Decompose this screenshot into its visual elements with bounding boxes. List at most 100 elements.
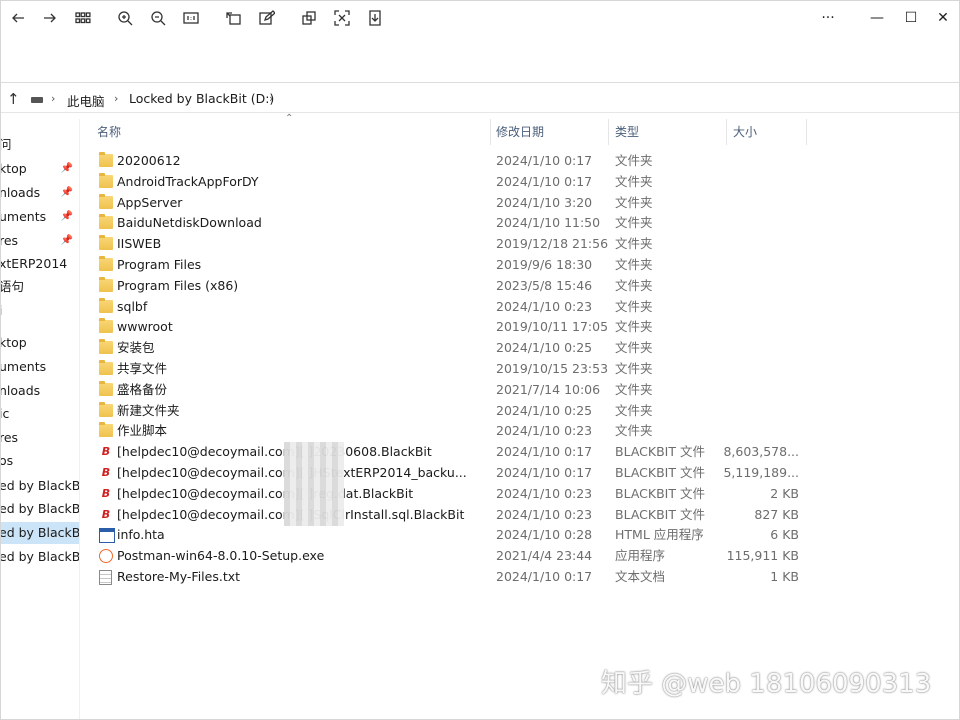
file-row[interactable]: B [helpdec10@decoymail.com][ ]reg.dat.Bla… [81, 483, 959, 505]
pin-icon: 📌 [60, 187, 73, 198]
grid-view-icon[interactable] [72, 7, 94, 29]
file-type: 文本文档 [615, 569, 666, 584]
file-size: 2 KB [770, 485, 799, 501]
file-date: 2024/1/10 0:23 [496, 298, 593, 314]
file-row[interactable]: info.hta 2024/1/10 0:28 HTML 应用程序 6 KB [81, 525, 959, 546]
blackbit-icon: B [101, 486, 111, 500]
file-row[interactable]: BaiduNetdiskDownload 2024/1/10 11:50 文件夹 [81, 213, 959, 234]
chevron-right-icon[interactable]: › [269, 92, 273, 105]
file-type: 文件夹 [615, 257, 653, 272]
navigation-pane: 问 ktop 📌 nloads 📌 uments 📌 res 📌 xtERP2014 语句 i ktop… [1, 119, 80, 719]
sidebar-item[interactable]: ed by BlackB [1, 498, 79, 520]
file-row[interactable]: AppServer 2024/1/10 3:20 文件夹 [81, 193, 959, 214]
zoom-in-icon[interactable] [114, 7, 136, 29]
sidebar-item-label: ed by BlackB [1, 478, 79, 493]
sidebar-item[interactable]: ed by BlackB [1, 475, 79, 497]
file-row[interactable]: 新建文件夹 2024/1/10 0:25 文件夹 [81, 401, 959, 422]
file-row[interactable]: AndroidTrackAppForDY 2024/1/10 0:17 文件夹 [81, 172, 959, 193]
sidebar-item[interactable]: ktop [1, 332, 79, 354]
file-row[interactable]: 共享文件 2019/10/15 23:53 文件夹 [81, 359, 959, 380]
column-divider[interactable] [490, 119, 491, 145]
file-type: 文件夹 [615, 277, 653, 293]
file-row[interactable]: 安装包 2024/1/10 0:25 文件夹 [81, 338, 959, 359]
column-header-name[interactable]: 名称 [97, 119, 121, 145]
file-row[interactable]: B [helpdec10@decoymail.com][ ]SqlClrInsta… [81, 504, 959, 526]
column-header-size[interactable]: 大小 [733, 119, 757, 145]
column-header-type[interactable]: 类型 [615, 119, 639, 145]
file-name: 新建文件夹 [117, 402, 180, 418]
maximize-button[interactable]: ☐ [898, 7, 924, 29]
sidebar-item[interactable]: os [1, 450, 79, 472]
file-type: 文件夹 [615, 153, 653, 168]
chevron-right-icon[interactable]: › [51, 92, 55, 105]
address-bar[interactable]: ↑ › 此电脑 › Locked by BlackBit (D:) › [1, 87, 959, 113]
file-date: 2024/1/10 0:23 [496, 506, 593, 522]
zoom-out-icon[interactable] [147, 7, 169, 29]
sidebar-item[interactable]: xtERP2014 [1, 253, 79, 275]
crop-icon[interactable] [298, 7, 320, 29]
sidebar-item[interactable]: ed by BlackB [1, 546, 79, 568]
sidebar-item[interactable]: res 📌 [1, 230, 79, 252]
redaction-blur [284, 483, 344, 505]
sidebar-item[interactable]: res [1, 427, 79, 449]
file-row[interactable]: B [helpdec10@decoymail.com][ ]20230608.Bl… [81, 442, 959, 464]
sidebar-item-label: ed by BlackB [1, 501, 79, 516]
file-row[interactable]: B [helpdec10@decoymail.com][ ]HStextERP20… [81, 463, 959, 484]
folder-icon [99, 152, 113, 167]
column-divider[interactable] [806, 119, 807, 145]
folder-icon [99, 339, 113, 355]
file-type: 文件夹 [615, 215, 653, 231]
rotate-icon[interactable] [223, 7, 245, 29]
column-header-date[interactable]: 修改日期 [496, 119, 544, 145]
file-row[interactable]: 20200612 2024/1/10 0:17 文件夹 [81, 151, 959, 172]
sidebar-item[interactable]: ic [1, 403, 79, 425]
sidebar-item[interactable]: 问 [1, 134, 79, 156]
close-button[interactable]: ✕ [930, 7, 956, 29]
file-type: 文件夹 [615, 173, 653, 189]
sidebar-item-label: ed by BlackB [1, 525, 79, 540]
chevron-right-icon[interactable]: › [114, 92, 118, 105]
file-date: 2024/1/10 3:20 [496, 194, 593, 210]
actual-size-icon[interactable] [180, 7, 202, 29]
file-row[interactable]: wwwroot 2019/10/11 17:05 文件夹 [81, 317, 959, 338]
sidebar-item[interactable]: uments [1, 356, 79, 378]
file-date: 2024/1/10 0:25 [496, 402, 593, 418]
file-name: AndroidTrackAppForDY [117, 173, 259, 189]
folder-icon [99, 256, 113, 271]
column-divider[interactable] [608, 119, 609, 145]
sidebar-item-label: ed by BlackB [1, 549, 79, 564]
sidebar-item[interactable]: ed by BlackB [1, 522, 79, 544]
breadcrumb-this-pc[interactable]: 此电脑 [67, 91, 105, 110]
breadcrumb-drive-d[interactable]: Locked by BlackBit (D:) [129, 91, 274, 106]
folder-icon [99, 276, 113, 292]
file-row[interactable]: 盛格备份 2021/7/14 10:06 文件夹 [81, 380, 959, 401]
edit-icon[interactable] [256, 7, 278, 29]
sidebar-item[interactable]: nloads [1, 380, 79, 402]
scan-icon[interactable] [331, 7, 353, 29]
file-row[interactable]: Postman-win64-8.0.10-Setup.exe 2021/4/4 2… [81, 546, 959, 567]
column-divider[interactable] [726, 119, 727, 145]
file-size: 8,603,578... [723, 444, 799, 460]
download-icon[interactable] [364, 7, 386, 29]
forward-arrow-icon[interactable] [39, 7, 61, 29]
file-row[interactable]: sqlbf 2024/1/10 0:23 文件夹 [81, 297, 959, 318]
file-row[interactable]: Program Files 2019/9/6 18:30 文件夹 [81, 255, 959, 276]
sidebar-item[interactable]: nloads 📌 [1, 182, 79, 204]
sidebar-item[interactable]: i [1, 300, 79, 322]
file-row[interactable]: Restore-My-Files.txt 2024/1/10 0:17 文本文档 1 … [81, 567, 959, 588]
up-arrow-icon[interactable]: ↑ [7, 90, 20, 108]
back-arrow-icon[interactable] [7, 7, 29, 29]
address-divider-bottom [1, 112, 959, 113]
sidebar-item[interactable]: ktop 📌 [1, 158, 79, 180]
folder-icon [99, 172, 113, 188]
address-divider [1, 82, 959, 83]
file-row[interactable]: IISWEB 2019/12/18 21:56 文件夹 [81, 234, 959, 255]
sidebar-item[interactable]: 语句 [1, 276, 79, 298]
file-type: 文件夹 [615, 319, 653, 335]
file-row[interactable]: 作业脚本 2024/1/10 0:23 文件夹 [81, 421, 959, 442]
minimize-button[interactable]: — [864, 7, 890, 29]
sidebar-item[interactable]: uments 📌 [1, 206, 79, 228]
file-row[interactable]: Program Files (x86) 2023/5/8 15:46 文件夹 [81, 276, 959, 297]
sidebar-item-label: uments [1, 209, 47, 224]
more-options-icon[interactable]: ··· [815, 7, 841, 29]
